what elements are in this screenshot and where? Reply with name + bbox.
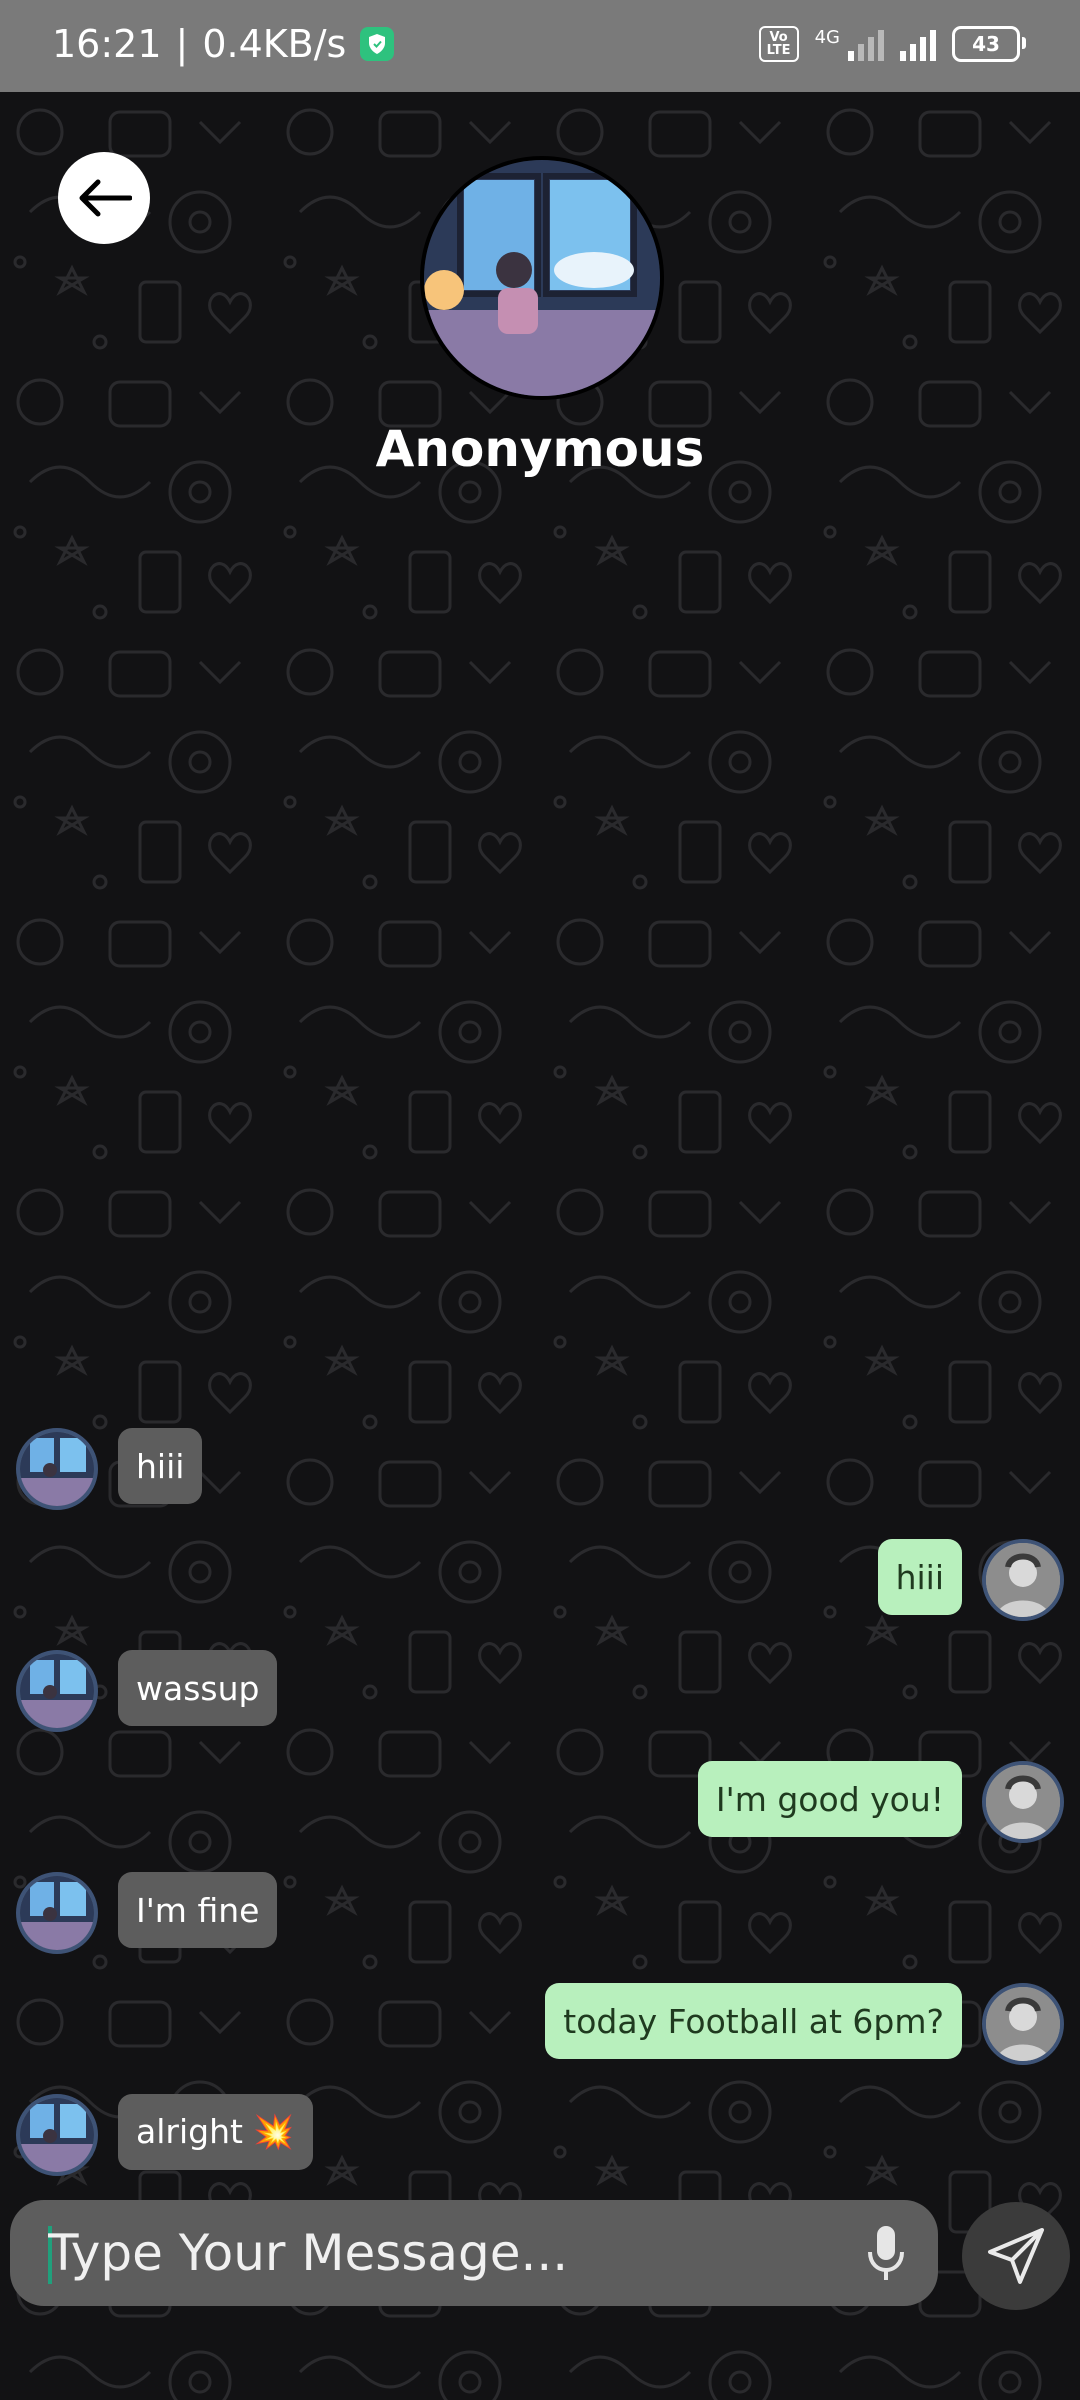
message-row: I'm fine — [0, 1872, 1080, 1956]
message-composer — [10, 2200, 938, 2306]
status-time: 16:21 — [52, 22, 162, 66]
volte-bottom-label: LTE — [766, 43, 791, 58]
sender-avatar[interactable] — [16, 1650, 98, 1732]
network-type: 4G — [814, 27, 840, 48]
outgoing-message-bubble[interactable]: today Football at 6pm? — [545, 1983, 962, 2059]
message-input[interactable] — [46, 2212, 830, 2294]
message-row: alright 💥 — [0, 2094, 1080, 2178]
profile-avatar[interactable] — [420, 156, 664, 400]
sender-avatar[interactable] — [16, 1872, 98, 1954]
send-button[interactable] — [962, 2202, 1070, 2310]
battery-level: 43 — [972, 32, 1000, 56]
incoming-message-bubble[interactable]: I'm fine — [118, 1872, 278, 1948]
status-bar: 16:21 | 0.4KB/s Vo LTE 4G 43 — [0, 0, 1080, 92]
my-avatar[interactable] — [982, 1539, 1064, 1621]
signal-icon-sim2 — [900, 27, 936, 61]
status-left: 16:21 | 0.4KB/s — [52, 22, 395, 66]
contact-name: Anonymous — [375, 420, 705, 478]
send-icon — [988, 2228, 1044, 2284]
shield-icon — [360, 27, 395, 61]
message-row: wassup — [0, 1650, 1080, 1734]
network-speed: 0.4KB/s — [202, 22, 347, 66]
signal-icon-sim1 — [848, 27, 884, 61]
message-row: hiii — [0, 1428, 1080, 1512]
sender-avatar[interactable] — [16, 2094, 98, 2176]
outgoing-message-bubble[interactable]: hiii — [877, 1539, 962, 1615]
sender-avatar[interactable] — [16, 1428, 98, 1510]
arrow-left-icon — [79, 179, 132, 217]
message-row: today Football at 6pm? — [0, 1983, 1080, 2067]
status-separator: | — [175, 22, 189, 66]
incoming-message-bubble[interactable]: hiii — [118, 1428, 203, 1504]
message-row: hiii — [0, 1539, 1080, 1623]
incoming-message-bubble[interactable]: wassup — [118, 1650, 278, 1726]
outgoing-message-bubble[interactable]: I'm good you! — [697, 1761, 962, 1837]
status-right: Vo LTE 4G 43 — [758, 26, 1026, 62]
incoming-message-bubble[interactable]: alright 💥 — [118, 2094, 313, 2170]
my-avatar[interactable] — [982, 1983, 1064, 2065]
message-row: I'm good you! — [0, 1761, 1080, 1845]
battery-icon: 43 — [952, 26, 1026, 62]
back-button[interactable] — [58, 152, 150, 244]
volte-icon: Vo LTE — [758, 26, 799, 62]
my-avatar[interactable] — [982, 1761, 1064, 1843]
microphone-icon[interactable] — [866, 2224, 906, 2284]
